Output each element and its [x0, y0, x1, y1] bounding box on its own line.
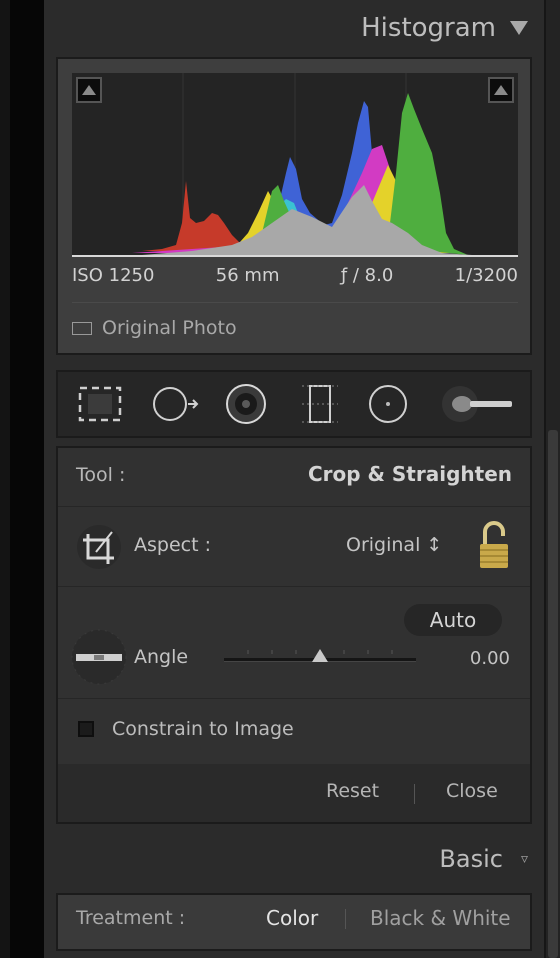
auto-straighten-button[interactable]: Auto	[404, 604, 502, 636]
straighten-level-icon[interactable]	[70, 628, 128, 686]
constrain-label: Constrain to Image	[112, 718, 294, 740]
tool-strip	[56, 370, 532, 438]
aspect-label: Aspect :	[134, 534, 211, 556]
panel-scrollbar[interactable]	[546, 0, 560, 958]
histogram-panel: ISO 1250 56 mm ƒ / 8.0 1/3200 Original P…	[56, 57, 532, 355]
exif-shutter: 1/3200	[454, 265, 518, 286]
lock-icon[interactable]	[474, 518, 514, 572]
basic-title: Basic	[439, 845, 503, 873]
graduated-filter-tool[interactable]	[292, 382, 348, 426]
spot-removal-tool[interactable]	[148, 382, 204, 426]
graduated-filter-icon	[302, 385, 338, 423]
adjustment-brush-icon	[442, 386, 512, 422]
histogram-header[interactable]: Histogram	[44, 3, 544, 53]
basic-header[interactable]: Basic ▿	[44, 834, 544, 884]
original-photo-toggle[interactable]: Original Photo	[72, 317, 237, 339]
angle-label: Angle	[134, 646, 189, 668]
radial-filter-icon	[369, 385, 407, 423]
divider	[58, 698, 530, 699]
close-button[interactable]: Close	[446, 780, 498, 802]
treatment-color-button[interactable]: Color	[266, 906, 318, 930]
crop-actions: Reset Close	[58, 764, 530, 822]
crop-panel: Tool : Crop & Straighten Aspect : Origin…	[56, 446, 532, 824]
clip-triangle-icon	[82, 85, 96, 95]
tool-name: Crop & Straighten	[307, 462, 512, 486]
adjustment-brush-tool[interactable]	[438, 382, 518, 426]
exif-focal-length: 56 mm	[215, 265, 280, 286]
red-eye-tool[interactable]	[218, 382, 274, 426]
divider	[72, 302, 518, 303]
divider	[58, 586, 530, 587]
crop-frame-icon[interactable]	[74, 522, 124, 572]
exif-info: ISO 1250 56 mm ƒ / 8.0 1/3200	[72, 265, 518, 286]
collapse-triangle-icon[interactable]: ▿	[521, 852, 528, 866]
scrollbar-thumb[interactable]	[548, 430, 558, 958]
radial-filter-tool[interactable]	[360, 382, 416, 426]
original-photo-checkbox[interactable]	[72, 321, 92, 335]
exif-aperture: ƒ / 8.0	[340, 265, 394, 286]
constrain-to-image-toggle[interactable]: Constrain to Image	[78, 718, 294, 740]
exif-iso: ISO 1250	[72, 265, 155, 286]
histogram-curves	[72, 73, 518, 257]
divider	[58, 506, 530, 507]
slider-thumb[interactable]	[312, 649, 328, 662]
treatment-row: Treatment : Color Black & White	[56, 893, 532, 951]
histogram-title: Histogram	[361, 13, 496, 43]
crop-overlay-icon	[78, 386, 122, 422]
treatment-bw-button[interactable]: Black & White	[370, 906, 511, 930]
spot-removal-icon	[153, 387, 199, 421]
divider	[345, 909, 346, 929]
right-panel: Histogram ISO 1250 56 mm ƒ / 8.0 1/3200 …	[44, 0, 544, 958]
red-eye-icon	[226, 384, 266, 424]
treatment-label: Treatment :	[76, 907, 186, 929]
clip-triangle-icon	[494, 85, 508, 95]
window-edge	[0, 0, 10, 958]
angle-value[interactable]: 0.00	[470, 648, 510, 669]
angle-slider[interactable]	[224, 644, 416, 674]
histogram-graph	[72, 73, 518, 257]
reset-button[interactable]: Reset	[326, 780, 379, 802]
collapse-triangle-icon[interactable]	[510, 21, 528, 35]
original-photo-label: Original Photo	[102, 317, 237, 339]
constrain-checkbox[interactable]	[78, 721, 94, 737]
divider	[414, 784, 415, 804]
highlight-clipping-button[interactable]	[488, 77, 514, 103]
aspect-dropdown[interactable]: Original ↕	[346, 534, 442, 556]
tool-label: Tool :	[76, 464, 126, 486]
crop-overlay-tool[interactable]	[72, 382, 128, 426]
shadow-clipping-button[interactable]	[76, 77, 102, 103]
